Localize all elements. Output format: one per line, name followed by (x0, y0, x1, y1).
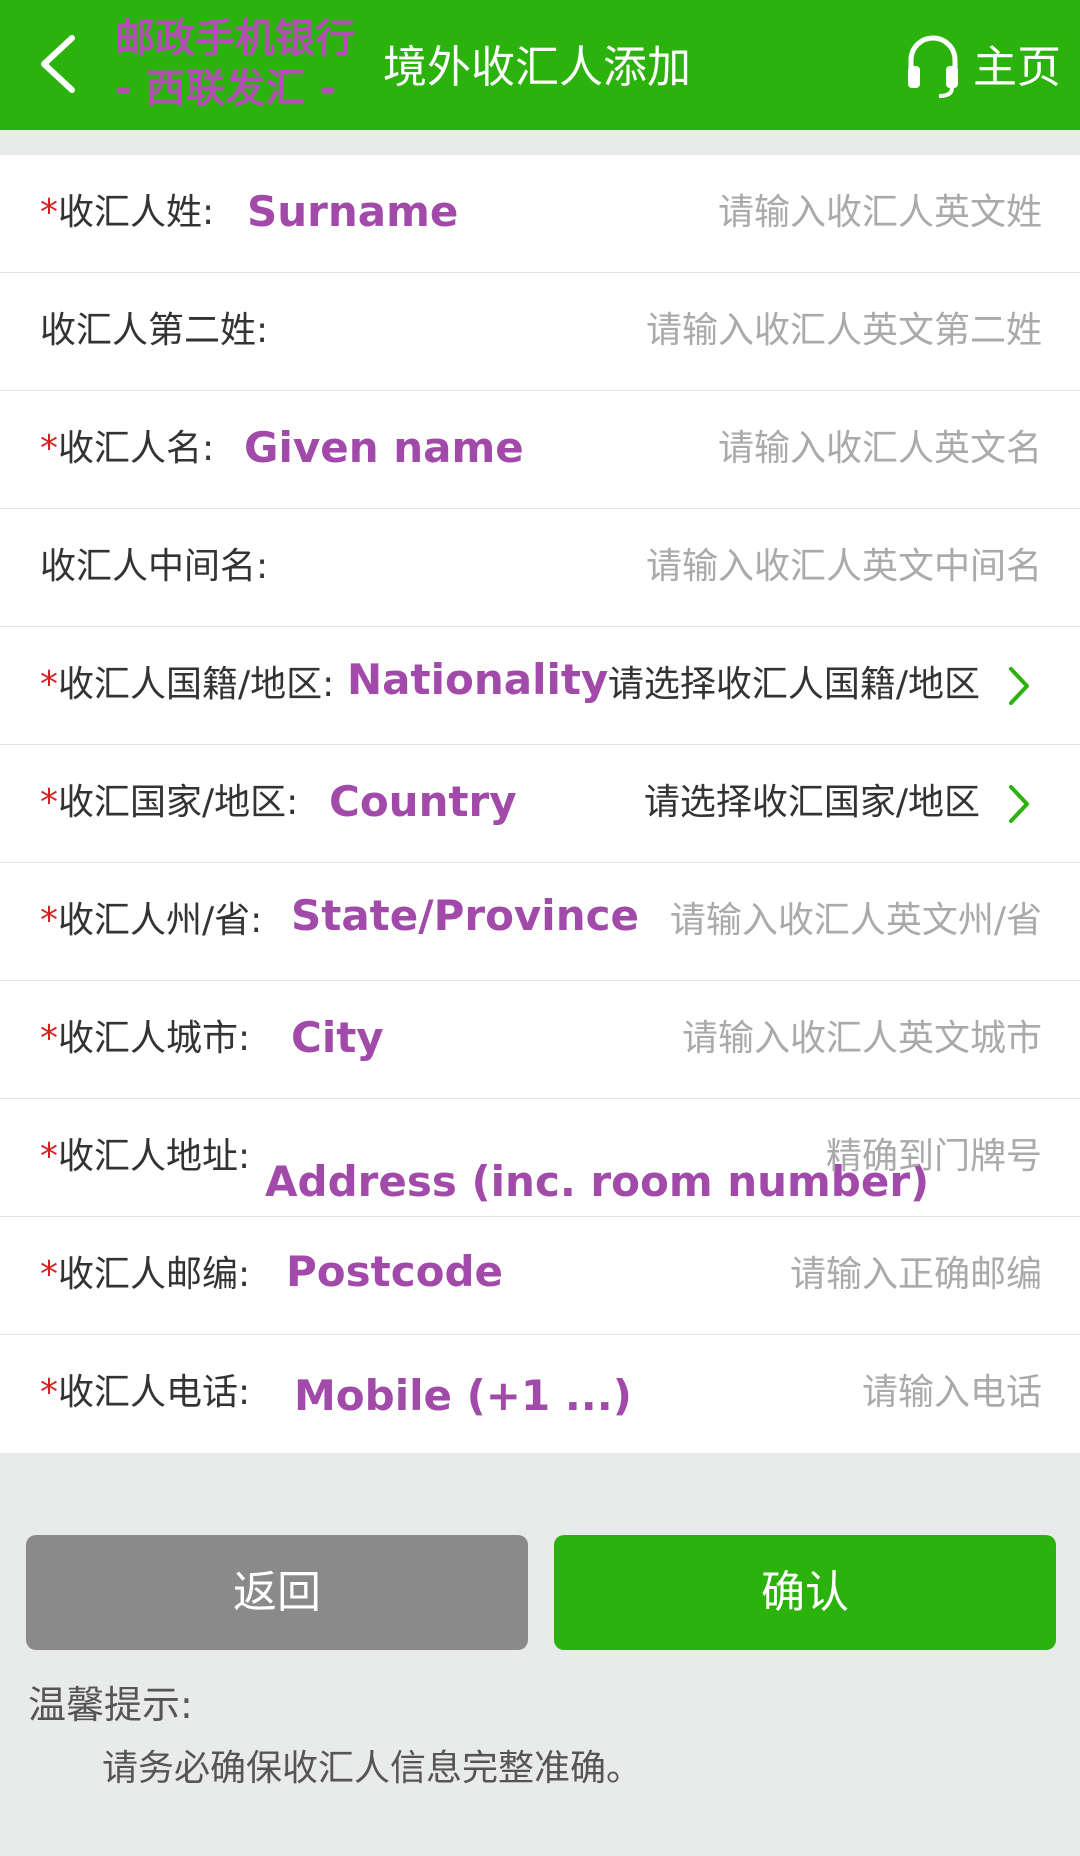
form-row-phone[interactable]: *收汇人电话: Mobile (+1 ...) 请输入电话 (0, 1335, 1080, 1453)
back-button[interactable]: 返回 (26, 1535, 528, 1650)
annotation-phone: Mobile (+1 ...) (294, 1371, 632, 1420)
form-row-address[interactable]: *收汇人地址: Address (inc. room number) 精确到门牌… (0, 1099, 1080, 1217)
required-marker: * (40, 900, 58, 941)
nationality-select[interactable]: 请选择收汇人国籍/地区 (608, 661, 980, 709)
overlay-annotation-title: 邮政手机银行 - 西联发汇 - (115, 14, 385, 114)
given-name-input[interactable]: 请输入收汇人英文名 (718, 425, 1042, 473)
form-row-city[interactable]: *收汇人城市: City 请输入收汇人英文城市 (0, 981, 1080, 1099)
field-label: *收汇人国籍/地区: (40, 664, 335, 705)
field-label: *收汇人邮编: (40, 1254, 251, 1295)
form-row-state[interactable]: *收汇人州/省: State/Province 请输入收汇人英文州/省 (0, 863, 1080, 981)
required-marker: * (40, 782, 58, 823)
required-marker: * (40, 1254, 58, 1295)
annotation-country: Country (329, 777, 517, 826)
field-label: *收汇人地址: (40, 1136, 251, 1177)
top-bar: 邮政手机银行 - 西联发汇 - 境外收汇人添加 主页 (0, 0, 1080, 130)
postcode-input[interactable]: 请输入正确邮编 (790, 1251, 1042, 1299)
tips-title: 温馨提示: (28, 1683, 193, 1727)
annotation-given-name: Given name (244, 423, 524, 472)
headset-icon[interactable] (905, 30, 961, 98)
field-label: *收汇人名: (40, 428, 215, 469)
required-marker: * (40, 1372, 58, 1413)
field-label: *收汇人州/省: (40, 900, 263, 941)
phone-input[interactable]: 请输入电话 (862, 1369, 1042, 1417)
form-row-country[interactable]: *收汇国家/地区: Country 请选择收汇国家/地区 (0, 745, 1080, 863)
middle-name-input[interactable]: 请输入收汇人英文中间名 (646, 543, 1042, 591)
address-input[interactable]: 精确到门牌号 (826, 1133, 1042, 1181)
form-row-nationality[interactable]: *收汇人国籍/地区: Nationality 请选择收汇人国籍/地区 (0, 627, 1080, 745)
annotation-city: City (291, 1013, 384, 1062)
confirm-button[interactable]: 确认 (554, 1535, 1056, 1650)
field-label: 收汇人第二姓: (40, 310, 269, 351)
form-row-postcode[interactable]: *收汇人邮编: Postcode 请输入正确邮编 (0, 1217, 1080, 1335)
form-row-surname[interactable]: *收汇人姓: Surname 请输入收汇人英文姓 (0, 155, 1080, 273)
country-select[interactable]: 请选择收汇国家/地区 (644, 779, 980, 827)
required-marker: * (40, 1136, 58, 1177)
annotation-postcode: Postcode (286, 1247, 504, 1296)
back-arrow-icon[interactable] (28, 28, 88, 100)
field-label: *收汇人城市: (40, 1018, 251, 1059)
form-row-middle-name[interactable]: 收汇人中间名: 请输入收汇人英文中间名 (0, 509, 1080, 627)
surname-input[interactable]: 请输入收汇人英文姓 (718, 189, 1042, 237)
page-title: 境外收汇人添加 (383, 42, 691, 93)
annotation-state: State/Province (291, 891, 639, 940)
city-input[interactable]: 请输入收汇人英文城市 (682, 1015, 1042, 1063)
required-marker: * (40, 1018, 58, 1059)
field-label: 收汇人中间名: (40, 546, 269, 587)
required-marker: * (40, 664, 58, 705)
payee-form: *收汇人姓: Surname 请输入收汇人英文姓 收汇人第二姓: 请输入收汇人英… (0, 155, 1080, 1453)
home-link[interactable]: 主页 (973, 40, 1061, 96)
state-input[interactable]: 请输入收汇人英文州/省 (670, 897, 1042, 945)
annotation-surname: Surname (247, 187, 459, 236)
form-row-second-surname[interactable]: 收汇人第二姓: 请输入收汇人英文第二姓 (0, 273, 1080, 391)
annotation-nationality: Nationality (347, 655, 609, 704)
field-label: *收汇人电话: (40, 1372, 251, 1413)
required-marker: * (40, 192, 58, 233)
tips-text: 请务必确保收汇人信息完整准确。 (102, 1748, 643, 1789)
chevron-right-icon (1009, 667, 1029, 705)
field-label: *收汇国家/地区: (40, 782, 299, 823)
overlay-line-2: - 西联发汇 - (115, 66, 337, 112)
form-row-given-name[interactable]: *收汇人名: Given name 请输入收汇人英文名 (0, 391, 1080, 509)
chevron-right-icon (1009, 785, 1029, 823)
second-surname-input[interactable]: 请输入收汇人英文第二姓 (646, 307, 1042, 355)
required-marker: * (40, 428, 58, 469)
overlay-line-1: 邮政手机银行 (115, 16, 355, 62)
field-label: *收汇人姓: (40, 192, 215, 233)
